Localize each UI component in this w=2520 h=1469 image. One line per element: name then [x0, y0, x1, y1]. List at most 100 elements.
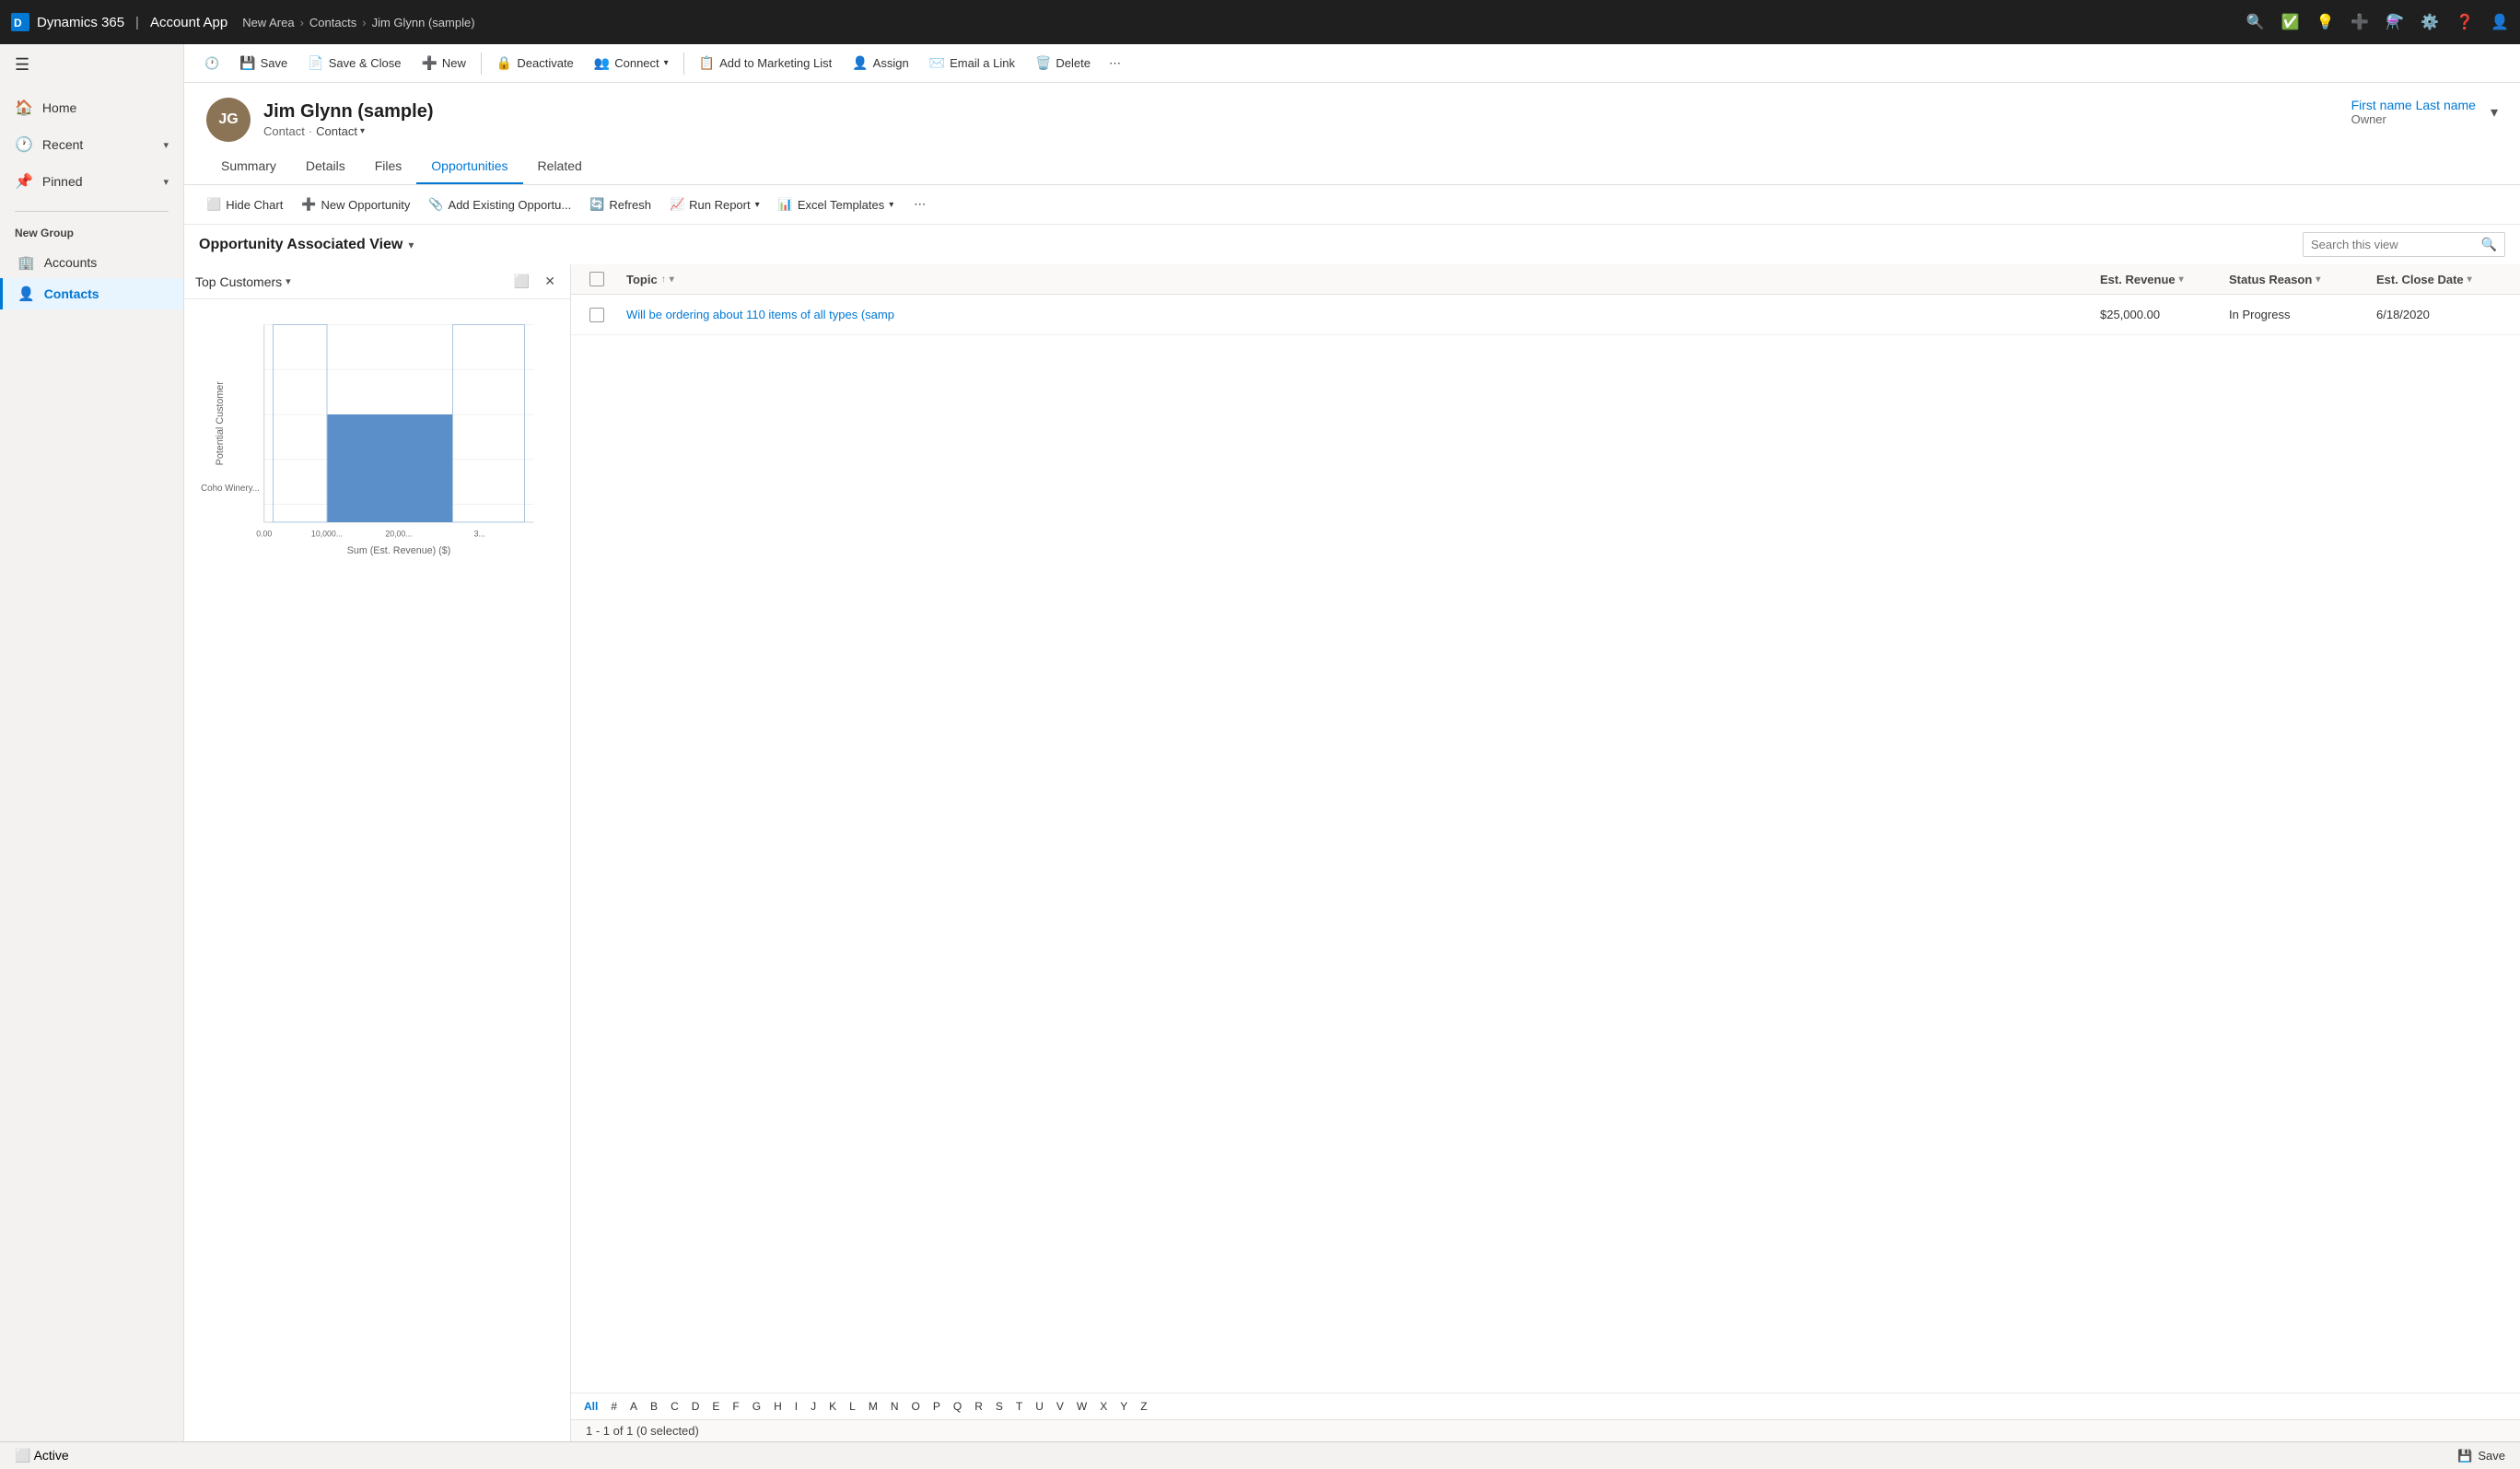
expand-icon[interactable]: ▾ — [2491, 103, 2498, 122]
tab-files[interactable]: Files — [360, 149, 417, 184]
lightbulb-icon[interactable]: 💡 — [2316, 13, 2334, 31]
tab-summary[interactable]: Summary — [206, 149, 291, 184]
sidebar-item-accounts[interactable]: 🏢 Accounts — [0, 247, 183, 278]
alpha-s[interactable]: S — [990, 1397, 1009, 1416]
tab-details[interactable]: Details — [291, 149, 360, 184]
chart-container: Potential Customer Coho Winery... 0.00 1… — [184, 299, 570, 1441]
td-check[interactable] — [578, 300, 615, 330]
alpha-a[interactable]: A — [624, 1397, 643, 1416]
save-close-button[interactable]: 📄 Save & Close — [298, 50, 410, 76]
settings-icon[interactable]: ⚙️ — [2421, 13, 2439, 31]
help-icon[interactable]: ❓ — [2456, 13, 2474, 31]
bc-item-3[interactable]: Jim Glynn (sample) — [372, 16, 475, 29]
hamburger-icon[interactable]: ☰ — [0, 44, 183, 86]
bc-item-1[interactable]: New Area — [242, 16, 294, 29]
alpha-z[interactable]: Z — [1135, 1397, 1152, 1416]
view-title-chevron-icon[interactable]: ▾ — [408, 239, 414, 251]
alpha-m[interactable]: M — [863, 1397, 883, 1416]
th-topic[interactable]: Topic ↑ ▾ — [615, 265, 2089, 294]
th-closedate[interactable]: Est. Close Date ▾ — [2365, 265, 2513, 294]
alpha-k[interactable]: K — [823, 1397, 842, 1416]
td-topic[interactable]: Will be ordering about 110 items of all … — [615, 300, 2089, 329]
sidebar-item-contacts[interactable]: 👤 Contacts — [0, 278, 183, 309]
deactivate-button[interactable]: 🔒 Deactivate — [487, 50, 583, 76]
add-marketing-button[interactable]: 📋 Add to Marketing List — [690, 50, 842, 76]
more-commands-button[interactable]: ⋯ — [1102, 51, 1128, 76]
alpha-i[interactable]: I — [789, 1397, 803, 1416]
sidebar-item-home[interactable]: 🏠 Home — [0, 89, 183, 126]
bc-item-2[interactable]: Contacts — [309, 16, 356, 29]
alpha-p[interactable]: P — [928, 1397, 946, 1416]
alpha-g[interactable]: G — [747, 1397, 766, 1416]
funnel-icon[interactable]: ⚗️ — [2386, 13, 2404, 31]
new-button[interactable]: ➕ New — [412, 50, 474, 76]
alpha-o[interactable]: O — [906, 1397, 926, 1416]
record-type2-chip[interactable]: Contact ▾ — [316, 124, 365, 138]
bottom-save-button[interactable]: 💾 Save — [2457, 1449, 2505, 1463]
status-sort-icon[interactable]: ▾ — [2316, 274, 2320, 285]
closedate-sort-icon[interactable]: ▾ — [2468, 274, 2472, 285]
tab-related[interactable]: Related — [523, 149, 597, 184]
select-all-checkbox[interactable] — [589, 272, 604, 286]
chart-title-chevron-icon[interactable]: ▾ — [286, 275, 291, 287]
subgrid-more-button[interactable]: ⋯ — [906, 192, 933, 216]
add-existing-button[interactable]: 📎 Add Existing Opportu... — [421, 192, 578, 216]
status-bar: 1 - 1 of 1 (0 selected) — [571, 1419, 2520, 1441]
run-report-button[interactable]: 📈 Run Report ▾ — [662, 192, 767, 216]
dynamics-logo: D — [11, 13, 29, 31]
alpha-y[interactable]: Y — [1114, 1397, 1133, 1416]
record-title: Jim Glynn (sample) — [263, 101, 434, 122]
alpha-t[interactable]: T — [1010, 1397, 1028, 1416]
owner-name[interactable]: First name Last name — [2351, 98, 2476, 112]
alpha-j[interactable]: J — [805, 1397, 822, 1416]
checkmark-icon[interactable]: ✅ — [2281, 13, 2300, 31]
alpha-w[interactable]: W — [1071, 1397, 1092, 1416]
refresh-button[interactable]: 🔄 Refresh — [582, 192, 659, 216]
brand-app-name[interactable]: Account App — [150, 15, 228, 30]
email-link-button[interactable]: ✉️ Email a Link — [920, 50, 1024, 76]
topic-sort-chevron-icon[interactable]: ▾ — [670, 274, 674, 285]
search-input[interactable] — [2311, 238, 2476, 251]
alpha-l[interactable]: L — [844, 1397, 861, 1416]
alpha-hash[interactable]: # — [605, 1397, 623, 1416]
alpha-b[interactable]: B — [645, 1397, 663, 1416]
opportunity-link[interactable]: Will be ordering about 110 items of all … — [626, 308, 894, 321]
alpha-x[interactable]: X — [1094, 1397, 1113, 1416]
th-check[interactable] — [578, 264, 615, 294]
search-icon[interactable]: 🔍 — [2246, 13, 2265, 31]
hide-chart-button[interactable]: ⬜ Hide Chart — [199, 192, 290, 216]
delete-button[interactable]: 🗑️ Delete — [1026, 50, 1100, 76]
th-status[interactable]: Status Reason ▾ — [2218, 265, 2365, 294]
avatar-initials: JG — [218, 111, 238, 128]
sidebar-item-recent[interactable]: 🕐 Recent ▾ — [0, 126, 183, 163]
th-revenue[interactable]: Est. Revenue ▾ — [2089, 265, 2218, 294]
alpha-f[interactable]: F — [727, 1397, 744, 1416]
row-checkbox[interactable] — [589, 308, 604, 322]
alpha-d[interactable]: D — [686, 1397, 706, 1416]
revenue-sort-icon[interactable]: ▾ — [2179, 274, 2184, 285]
alpha-all[interactable]: All — [578, 1397, 603, 1416]
alpha-q[interactable]: Q — [948, 1397, 967, 1416]
alpha-u[interactable]: U — [1030, 1397, 1049, 1416]
assign-button[interactable]: 👤 Assign — [843, 50, 917, 76]
alpha-n[interactable]: N — [885, 1397, 904, 1416]
alpha-e[interactable]: E — [706, 1397, 725, 1416]
save-button[interactable]: 💾 Save — [230, 50, 297, 76]
plus-icon[interactable]: ➕ — [2351, 13, 2369, 31]
connect-button[interactable]: 👥 Connect ▾ — [585, 50, 678, 76]
history-button[interactable]: 🕐 — [195, 51, 228, 76]
search-icon[interactable]: 🔍 — [2481, 237, 2497, 252]
user-icon[interactable]: 👤 — [2491, 13, 2509, 31]
new-opportunity-button[interactable]: ➕ New Opportunity — [294, 192, 417, 216]
sidebar-item-pinned[interactable]: 📌 Pinned ▾ — [0, 163, 183, 200]
brand-d365[interactable]: Dynamics 365 — [37, 15, 124, 30]
alpha-r[interactable]: R — [969, 1397, 988, 1416]
alpha-c[interactable]: C — [665, 1397, 684, 1416]
chart-expand-button[interactable]: ⬜ — [510, 272, 533, 291]
alpha-h[interactable]: H — [768, 1397, 788, 1416]
excel-templates-button[interactable]: 📊 Excel Templates ▾ — [771, 192, 902, 216]
sidebar-home-label: Home — [42, 100, 76, 115]
tab-opportunities[interactable]: Opportunities — [416, 149, 522, 184]
alpha-v[interactable]: V — [1051, 1397, 1069, 1416]
chart-close-button[interactable]: ✕ — [541, 272, 559, 291]
